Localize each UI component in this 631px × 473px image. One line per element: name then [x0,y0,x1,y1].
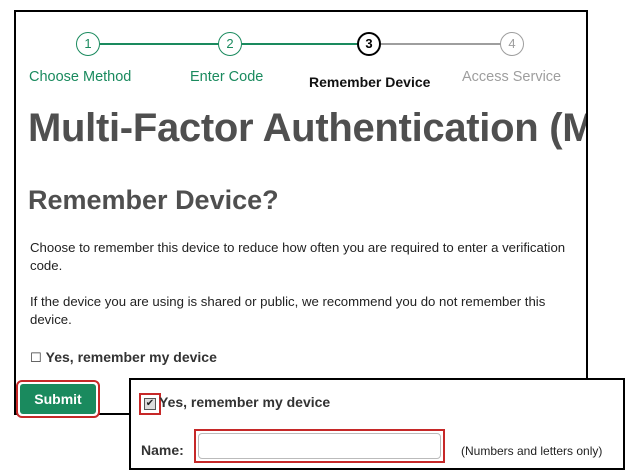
remember-device-detail-panel: ✔ Yes, remember my device Name: (Numbers… [129,378,625,470]
page-title: Multi-Factor Authentication (MFA) [28,106,586,150]
checkbox-empty-icon[interactable]: ☐ [30,350,42,365]
checkmark-icon: ✔ [145,398,155,409]
remember-device-checkbox[interactable]: ✔ [144,398,156,410]
step-3-circle: 3 [357,32,381,56]
name-input-highlight [194,429,445,463]
remember-device-checked-label: Yes, remember my device [159,394,331,410]
step-connector-2-3 [242,43,371,45]
remember-device-label: Yes, remember my device [45,349,217,365]
mfa-panel: 1 2 3 4 Choose Method Enter Code Remembe… [14,10,588,415]
remember-device-option[interactable]: ☐ Yes, remember my device [30,349,217,366]
submit-button[interactable]: Submit [20,384,96,414]
device-name-input[interactable] [198,433,441,459]
step-3-label: Remember Device [309,74,431,90]
step-4-label: Access Service [462,69,562,85]
device-name-label: Name: [141,442,184,458]
remember-description: Choose to remember this device to reduce… [30,240,566,273]
shared-device-warning: If the device you are using is shared or… [30,294,546,327]
step-2-circle: 2 [218,32,242,56]
step-connector-1-2 [100,43,229,45]
checkbox-highlight: ✔ [139,393,161,415]
step-2-label: Enter Code [190,69,264,85]
section-title: Remember Device? [28,185,279,215]
step-connector-3-4 [381,43,510,45]
step-1-label: Choose Method [29,69,132,85]
progress-stepper: 1 2 3 4 Choose Method Enter Code Remembe… [16,12,586,92]
device-name-hint: (Numbers and letters only) [461,444,603,458]
step-1-circle: 1 [76,32,100,56]
submit-highlight: Submit [16,380,100,418]
step-4-circle: 4 [500,32,524,56]
